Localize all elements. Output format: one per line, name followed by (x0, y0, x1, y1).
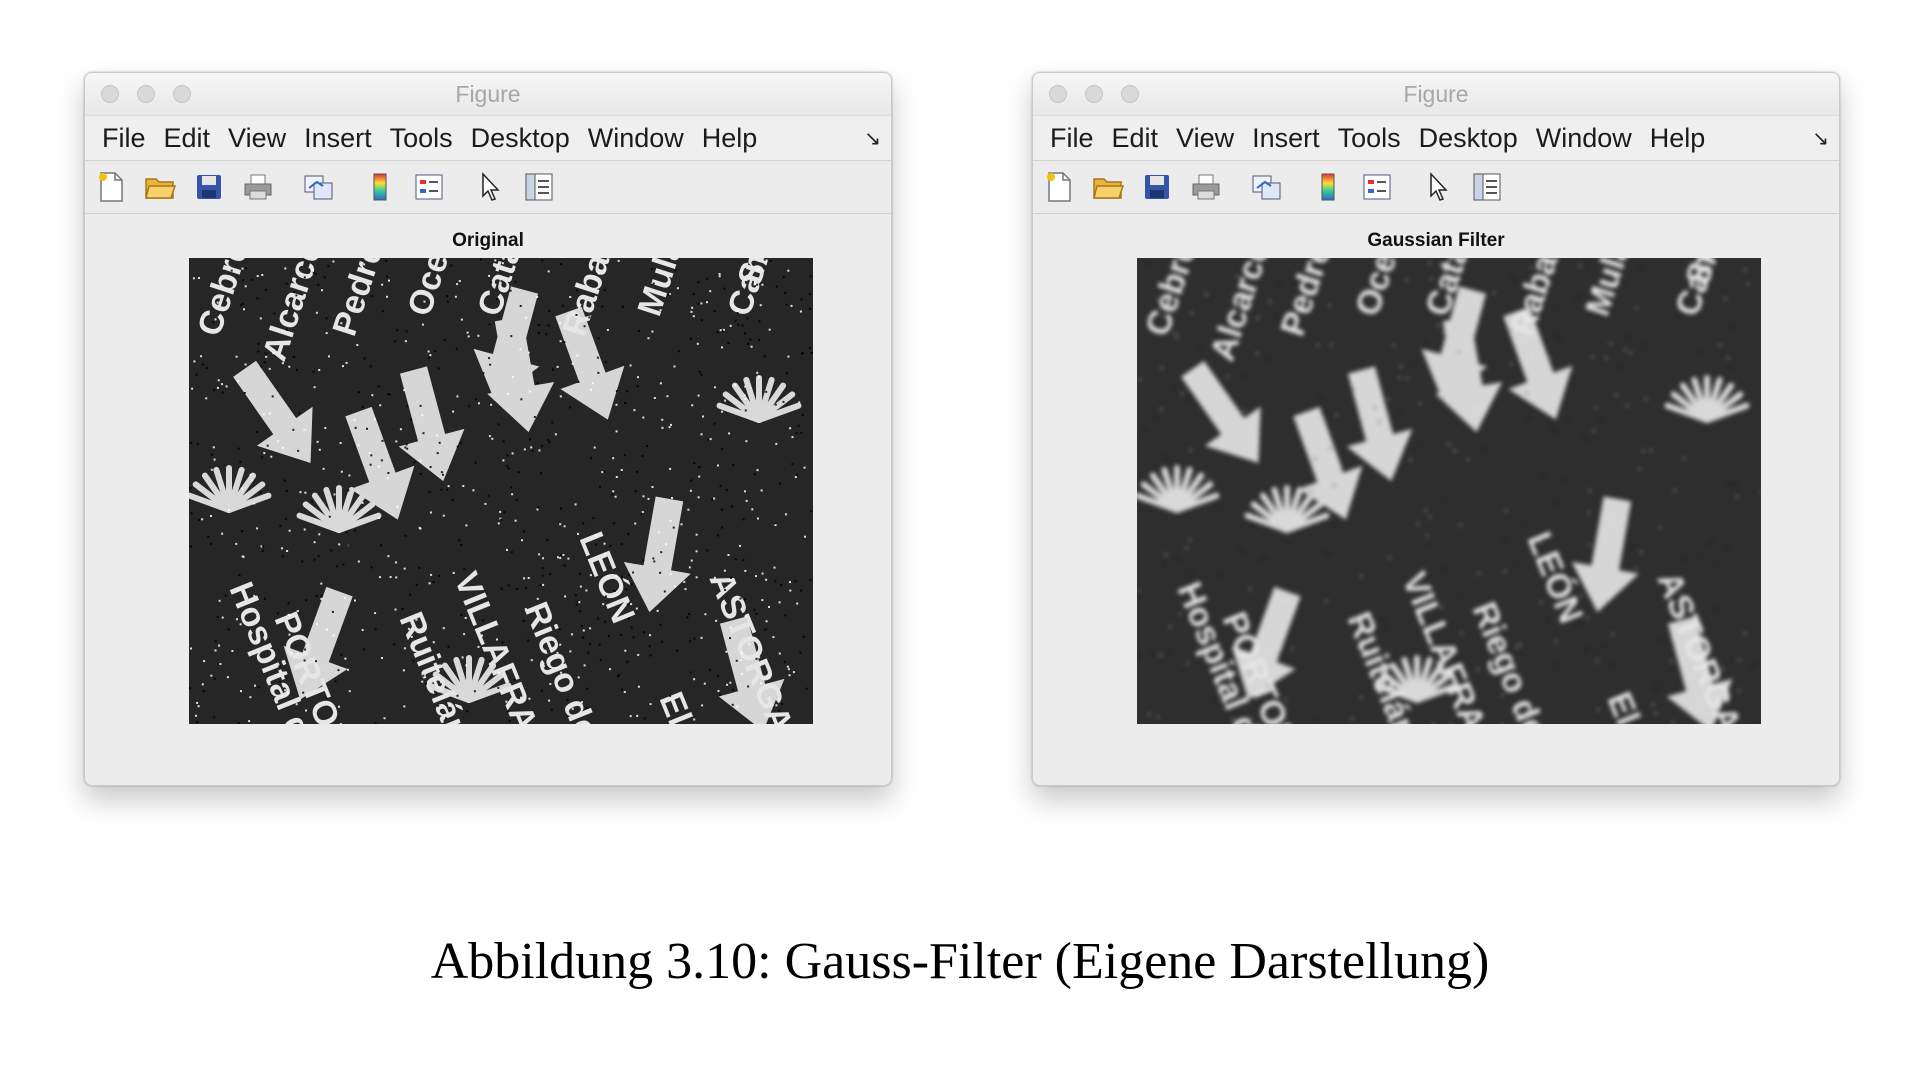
open-folder-icon[interactable] (1090, 169, 1126, 205)
menu-window[interactable]: Window (1527, 123, 1641, 154)
pointer-icon[interactable] (472, 169, 508, 205)
pavement-picture: CebreiroAlcarcePedrelosOceboCatalina de … (1137, 258, 1761, 724)
menu-overflow-icon[interactable]: ↘ (1812, 126, 1829, 151)
window-title: Figure (455, 81, 521, 107)
pavement-picture: CebreiroAlcarcePedrelosOceboCatalina de … (189, 258, 813, 724)
menu-view[interactable]: View (219, 123, 295, 154)
menu-edit[interactable]: Edit (155, 123, 220, 154)
save-icon[interactable] (191, 169, 227, 205)
link-plot-icon[interactable] (301, 169, 337, 205)
title-bar[interactable]: Figure (85, 73, 891, 116)
menu-bar: File Edit View Insert Tools Desktop Wind… (85, 116, 891, 161)
axes-title: Gaussian Filter (1367, 230, 1505, 251)
menu-file[interactable]: File (1041, 123, 1103, 154)
menu-help[interactable]: Help (693, 123, 767, 154)
menu-desktop[interactable]: Desktop (462, 123, 579, 154)
image-gaussian-filtered: CebreiroAlcarcePedrelosOceboCatalina de … (1137, 258, 1761, 724)
menu-help[interactable]: Help (1641, 123, 1715, 154)
menu-view[interactable]: View (1167, 123, 1243, 154)
menu-edit[interactable]: Edit (1103, 123, 1168, 154)
image-original: CebreiroAlcarcePedrelosOceboCatalina de … (189, 258, 813, 724)
property-editor-icon[interactable] (521, 169, 557, 205)
print-icon[interactable] (240, 169, 276, 205)
legend-icon[interactable] (411, 169, 447, 205)
menu-window[interactable]: Window (579, 123, 693, 154)
figure-window-gaussian: Figure File Edit View Insert Tools Deskt… (1032, 72, 1840, 786)
figure-content: Gaussian Filter Cebreiro Alcarce Pedrelos O… (1033, 214, 1839, 785)
menu-overflow-icon[interactable]: ↘ (864, 126, 881, 151)
window-title: Figure (1403, 81, 1469, 107)
colorbar-icon[interactable] (1310, 169, 1346, 205)
link-plot-icon[interactable] (1249, 169, 1285, 205)
menu-file[interactable]: File (93, 123, 155, 154)
figure-toolbar (85, 161, 891, 214)
menu-tools[interactable]: Tools (381, 123, 462, 154)
pointer-icon[interactable] (1420, 169, 1456, 205)
legend-icon[interactable] (1359, 169, 1395, 205)
axes-title: Original (452, 230, 524, 251)
property-editor-icon[interactable] (1469, 169, 1505, 205)
menu-bar: File Edit View Insert Tools Desktop Wind… (1033, 116, 1839, 161)
menu-insert[interactable]: Insert (1243, 123, 1329, 154)
print-icon[interactable] (1188, 169, 1224, 205)
save-icon[interactable] (1139, 169, 1175, 205)
title-bar[interactable]: Figure (1033, 73, 1839, 116)
menu-insert[interactable]: Insert (295, 123, 381, 154)
menu-desktop[interactable]: Desktop (1410, 123, 1527, 154)
new-file-icon[interactable] (93, 169, 129, 205)
figure-toolbar (1033, 161, 1839, 214)
new-file-icon[interactable] (1041, 169, 1077, 205)
open-folder-icon[interactable] (142, 169, 178, 205)
figure-content: Original CebreiroAlcarcePedrelosOceboCat… (85, 214, 891, 785)
figure-window-original: Figure File Edit View Insert Tools Deskt… (84, 72, 892, 786)
menu-tools[interactable]: Tools (1329, 123, 1410, 154)
colorbar-icon[interactable] (362, 169, 398, 205)
figure-caption: Abbildung 3.10: Gauss-Filter (Eigene Dar… (430, 933, 1490, 990)
